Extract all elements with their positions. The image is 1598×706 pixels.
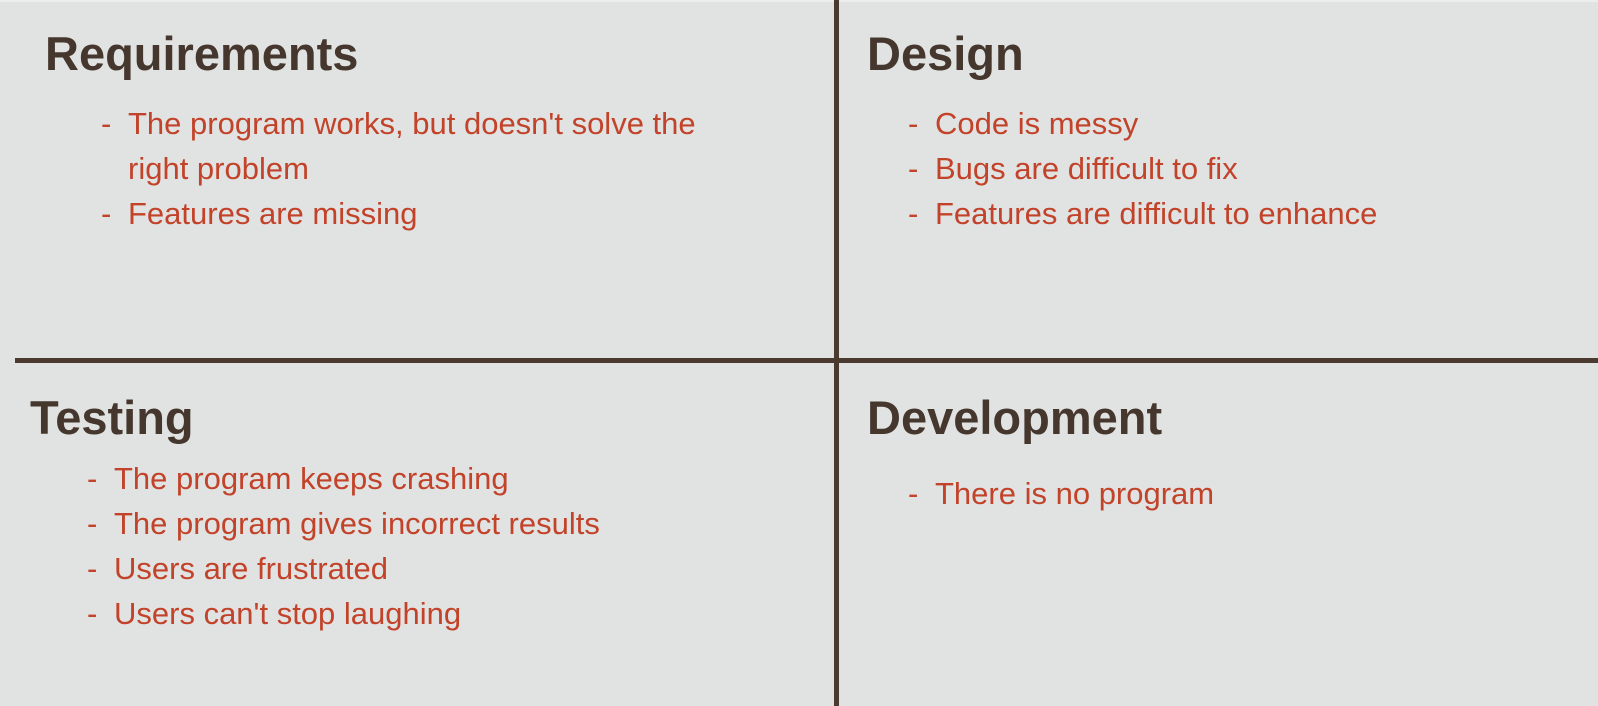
bullet-dash: - (87, 506, 98, 541)
list-item-text: The program keeps crashing (114, 461, 509, 496)
design-heading: Design (867, 27, 1024, 80)
list-item-text: Features are missing (128, 196, 418, 231)
testing-heading: Testing (30, 391, 194, 444)
list-item-text: The program gives incorrect results (114, 506, 600, 541)
vertical-divider (834, 0, 839, 706)
list-item: - Features are missing (101, 191, 761, 236)
list-item: - There is no program (908, 471, 1568, 516)
development-list: - There is no program (908, 471, 1568, 516)
design-list: - Code is messy - Bugs are difficult to fi… (908, 101, 1568, 236)
bullet-dash: - (908, 476, 919, 511)
list-item: - The program gives incorrect results (87, 501, 787, 546)
list-item: - Users can't stop laughing (87, 591, 787, 636)
list-item-text: Features are difficult to enhance (935, 196, 1378, 231)
list-item: - The program keeps crashing (87, 456, 787, 501)
bullet-dash: - (908, 106, 919, 141)
horizontal-divider (15, 358, 1598, 363)
list-item: - The program works, but doesn't solve th… (101, 101, 761, 191)
list-item-text: There is no program (935, 476, 1215, 511)
development-heading: Development (867, 391, 1163, 444)
list-item-text: Code is messy (935, 106, 1139, 141)
list-item: - Bugs are difficult to fix (908, 146, 1568, 191)
testing-list: - The program keeps crashing - The program… (87, 456, 787, 636)
requirements-heading: Requirements (45, 27, 359, 80)
bullet-dash: - (101, 106, 112, 141)
list-item: - Code is messy (908, 101, 1568, 146)
list-item-text: Users can't stop laughing (114, 596, 462, 631)
list-item: - Users are frustrated (87, 546, 787, 591)
list-item-text: Bugs are difficult to fix (935, 151, 1238, 186)
bullet-dash: - (908, 196, 919, 231)
bullet-dash: - (87, 596, 98, 631)
top-strip (0, 0, 1598, 2)
bullet-dash: - (908, 151, 919, 186)
list-item-text: Users are frustrated (114, 551, 388, 586)
bullet-dash: - (87, 551, 98, 586)
bullet-dash: - (101, 196, 112, 231)
list-item: - Features are difficult to enhance (908, 191, 1568, 236)
requirements-list: - The program works, but doesn't solve th… (101, 101, 761, 236)
quadrant-slide: Requirements - The program works, but doe… (0, 0, 1598, 706)
list-item-text: The program works, but doesn't solve the… (128, 106, 696, 186)
bullet-dash: - (87, 461, 98, 496)
